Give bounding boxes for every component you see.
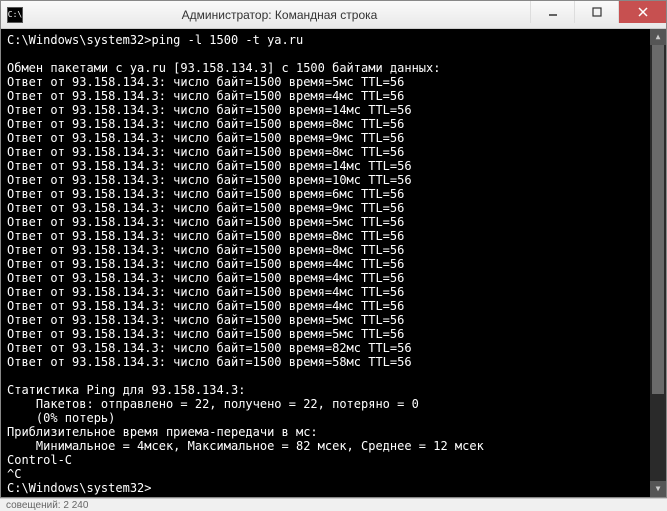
ping-reply: Ответ от 93.158.134.3: число байт=1500 в… (7, 103, 660, 117)
ping-reply: Ответ от 93.158.134.3: число байт=1500 в… (7, 215, 660, 229)
ping-reply: Ответ от 93.158.134.3: число байт=1500 в… (7, 327, 660, 341)
ping-reply: Ответ от 93.158.134.3: число байт=1500 в… (7, 355, 660, 369)
maximize-button[interactable] (574, 1, 618, 23)
cmd-icon: C:\ (7, 7, 23, 23)
caret-c: ^C (7, 467, 660, 481)
scrollbar[interactable]: ▲ ▼ (650, 29, 666, 497)
scroll-down-icon[interactable]: ▼ (650, 481, 666, 497)
status-strip: совещений: 2 240 (0, 498, 667, 511)
ping-reply: Ответ от 93.158.134.3: число байт=1500 в… (7, 229, 660, 243)
control-c: Control-C (7, 453, 660, 467)
prompt-line: C:\Windows\system32>ping -l 1500 -t ya.r… (7, 33, 660, 47)
ping-reply: Ответ от 93.158.134.3: число байт=1500 в… (7, 285, 660, 299)
ping-reply: Ответ от 93.158.134.3: число байт=1500 в… (7, 257, 660, 271)
stats-loss: (0% потерь) (7, 411, 660, 425)
ping-reply: Ответ от 93.158.134.3: число байт=1500 в… (7, 145, 660, 159)
ping-reply: Ответ от 93.158.134.3: число байт=1500 в… (7, 313, 660, 327)
ping-reply: Ответ от 93.158.134.3: число байт=1500 в… (7, 341, 660, 355)
ping-reply: Ответ от 93.158.134.3: число байт=1500 в… (7, 89, 660, 103)
ping-reply: Ответ от 93.158.134.3: число байт=1500 в… (7, 271, 660, 285)
ping-reply: Ответ от 93.158.134.3: число байт=1500 в… (7, 131, 660, 145)
prompt-line: C:\Windows\system32> (7, 481, 660, 495)
ping-reply: Ответ от 93.158.134.3: число байт=1500 в… (7, 117, 660, 131)
terminal-area[interactable]: C:\Windows\system32>ping -l 1500 -t ya.r… (1, 29, 666, 497)
minimize-button[interactable] (530, 1, 574, 23)
ping-reply: Ответ от 93.158.134.3: число байт=1500 в… (7, 299, 660, 313)
ping-reply: Ответ от 93.158.134.3: число байт=1500 в… (7, 75, 660, 89)
titlebar[interactable]: C:\ Администратор: Командная строка (1, 1, 666, 29)
ping-reply: Ответ от 93.158.134.3: число байт=1500 в… (7, 187, 660, 201)
close-button[interactable] (618, 1, 666, 23)
window-controls (530, 1, 666, 28)
scroll-track[interactable] (650, 45, 666, 481)
stats-rtt-header: Приблизительное время приема-передачи в … (7, 425, 660, 439)
ping-reply: Ответ от 93.158.134.3: число байт=1500 в… (7, 173, 660, 187)
terminal-content: C:\Windows\system32>ping -l 1500 -t ya.r… (7, 33, 660, 495)
stats-header: Статистика Ping для 93.158.134.3: (7, 383, 660, 397)
window-title: Администратор: Командная строка (29, 8, 530, 22)
ping-reply: Ответ от 93.158.134.3: число байт=1500 в… (7, 243, 660, 257)
ping-reply: Ответ от 93.158.134.3: число байт=1500 в… (7, 159, 660, 173)
ping-header: Обмен пакетами с ya.ru [93.158.134.3] с … (7, 61, 660, 75)
cmd-window: C:\ Администратор: Командная строка C:\W… (0, 0, 667, 498)
blank-line (7, 369, 660, 383)
blank-line (7, 47, 660, 61)
stats-rtt: Минимальное = 4мсек, Максимальное = 82 м… (7, 439, 660, 453)
scroll-thumb[interactable] (652, 45, 664, 394)
scroll-up-icon[interactable]: ▲ (650, 29, 666, 45)
ping-reply: Ответ от 93.158.134.3: число байт=1500 в… (7, 201, 660, 215)
stats-packets: Пакетов: отправлено = 22, получено = 22,… (7, 397, 660, 411)
